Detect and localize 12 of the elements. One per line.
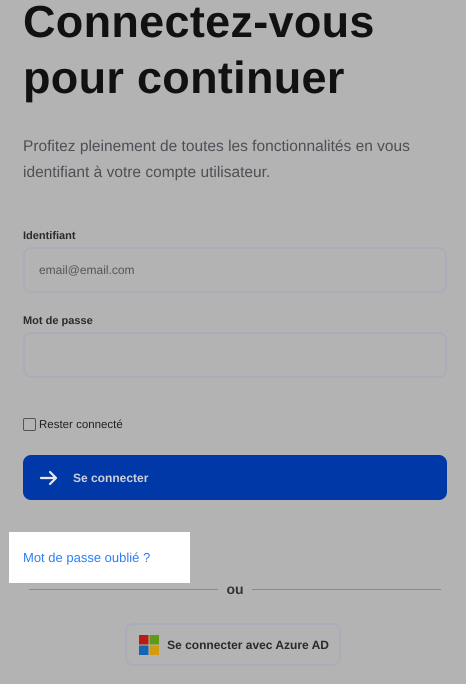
input-field[interactable]: email@email.com [23, 247, 447, 293]
windows-logo-icon [139, 634, 160, 654]
azure-login-button[interactable]: Se connecter avec Azure AD [125, 623, 341, 666]
intro-text: Profitez pleinement de toutes les fonctionnalités en vous identifiant à votre compte utilisateur. [23, 137, 411, 183]
separator-text: ou [226, 581, 244, 597]
field-label: Identifiant [23, 230, 77, 242]
checkbox-label: Rester connecté [39, 418, 123, 430]
page-heading: Connectez-vous pour continuer [23, 0, 376, 105]
forgot-password-link[interactable]: Mot de passe oublié ? [23, 550, 150, 565]
checkbox[interactable] [23, 418, 36, 431]
login-button[interactable]: Se connecter [23, 455, 447, 500]
field-label: Mot de passe [23, 315, 94, 327]
